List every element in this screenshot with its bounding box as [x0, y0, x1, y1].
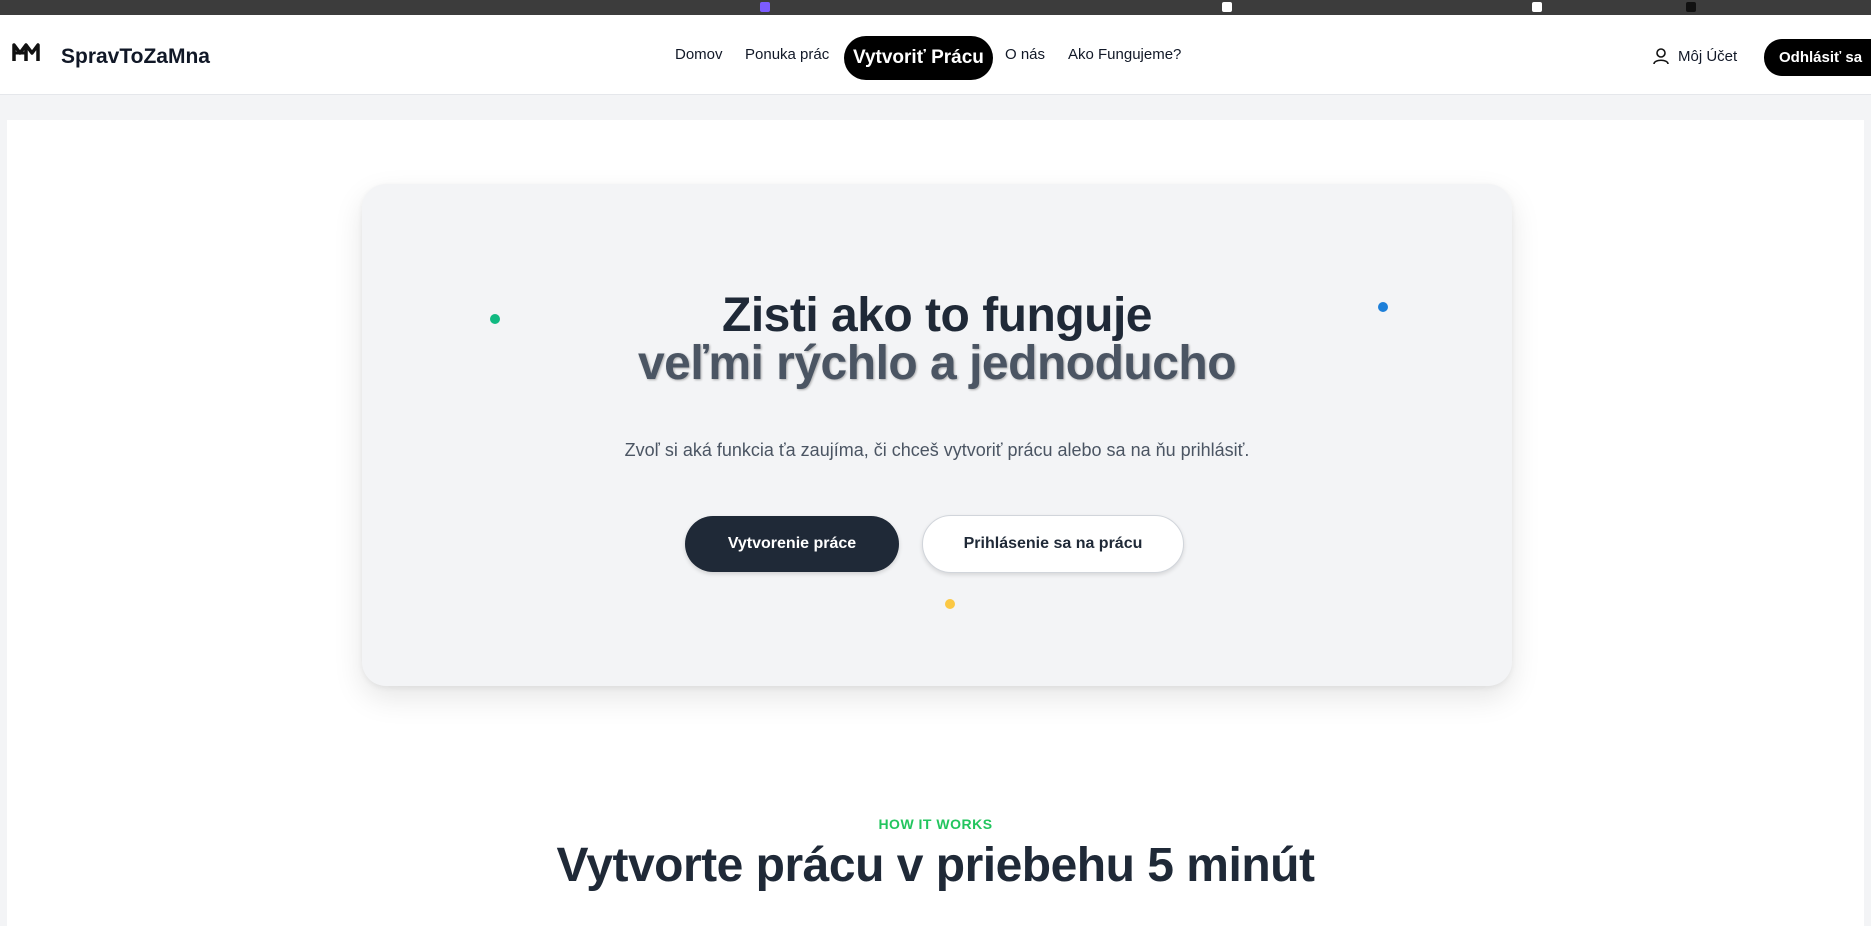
main-content: Zisti ako to funguje veľmi rýchlo a jedn… [7, 120, 1864, 926]
nav-link-vytvorit-pracu[interactable]: Vytvoriť Prácu [844, 36, 993, 80]
logout-button[interactable]: Odhlásiť sa [1764, 39, 1871, 76]
section-eyebrow: HOW IT WORKS [878, 816, 993, 832]
nav-link-ponuka-prac[interactable]: Ponuka prác [745, 46, 829, 63]
create-job-button[interactable]: Vytvorenie práce [685, 516, 899, 572]
hero-title-secondary: veľmi rýchlo a jednoducho [637, 337, 1237, 390]
hero-subtitle: Zvoľ si aká funkcia ťa zaujíma, či chceš… [624, 440, 1250, 460]
brand-name[interactable]: SpravToZaMna [61, 45, 210, 69]
nav-link-ako-fungujeme[interactable]: Ako Fungujeme? [1068, 46, 1181, 63]
hero-card: Zisti ako to funguje veľmi rýchlo a jedn… [362, 184, 1512, 686]
nav-link-o-nas[interactable]: O nás [1005, 46, 1045, 63]
tab-favicon-icon [1222, 2, 1232, 12]
section-title: Vytvorte prácu v priebehu 5 minút [556, 839, 1315, 892]
nav-link-domov[interactable]: Domov [675, 46, 723, 63]
tab-favicon-icon [760, 2, 770, 12]
logo-icon[interactable] [12, 41, 40, 63]
decorative-dot-yellow [945, 599, 955, 609]
account-label: Môj Účet [1678, 47, 1738, 65]
browser-tab-strip [0, 0, 1871, 15]
hero-title: Zisti ako to funguje [722, 289, 1153, 342]
account-link[interactable]: Môj Účet [1652, 47, 1737, 65]
user-icon [1653, 48, 1669, 65]
apply-for-job-button[interactable]: Prihlásenie sa na prácu [922, 515, 1184, 573]
tab-favicon-icon [1686, 2, 1696, 12]
tab-favicon-icon [1532, 2, 1542, 12]
top-navbar: SpravToZaMna Domov Ponuka prác Vytvoriť … [0, 15, 1871, 95]
